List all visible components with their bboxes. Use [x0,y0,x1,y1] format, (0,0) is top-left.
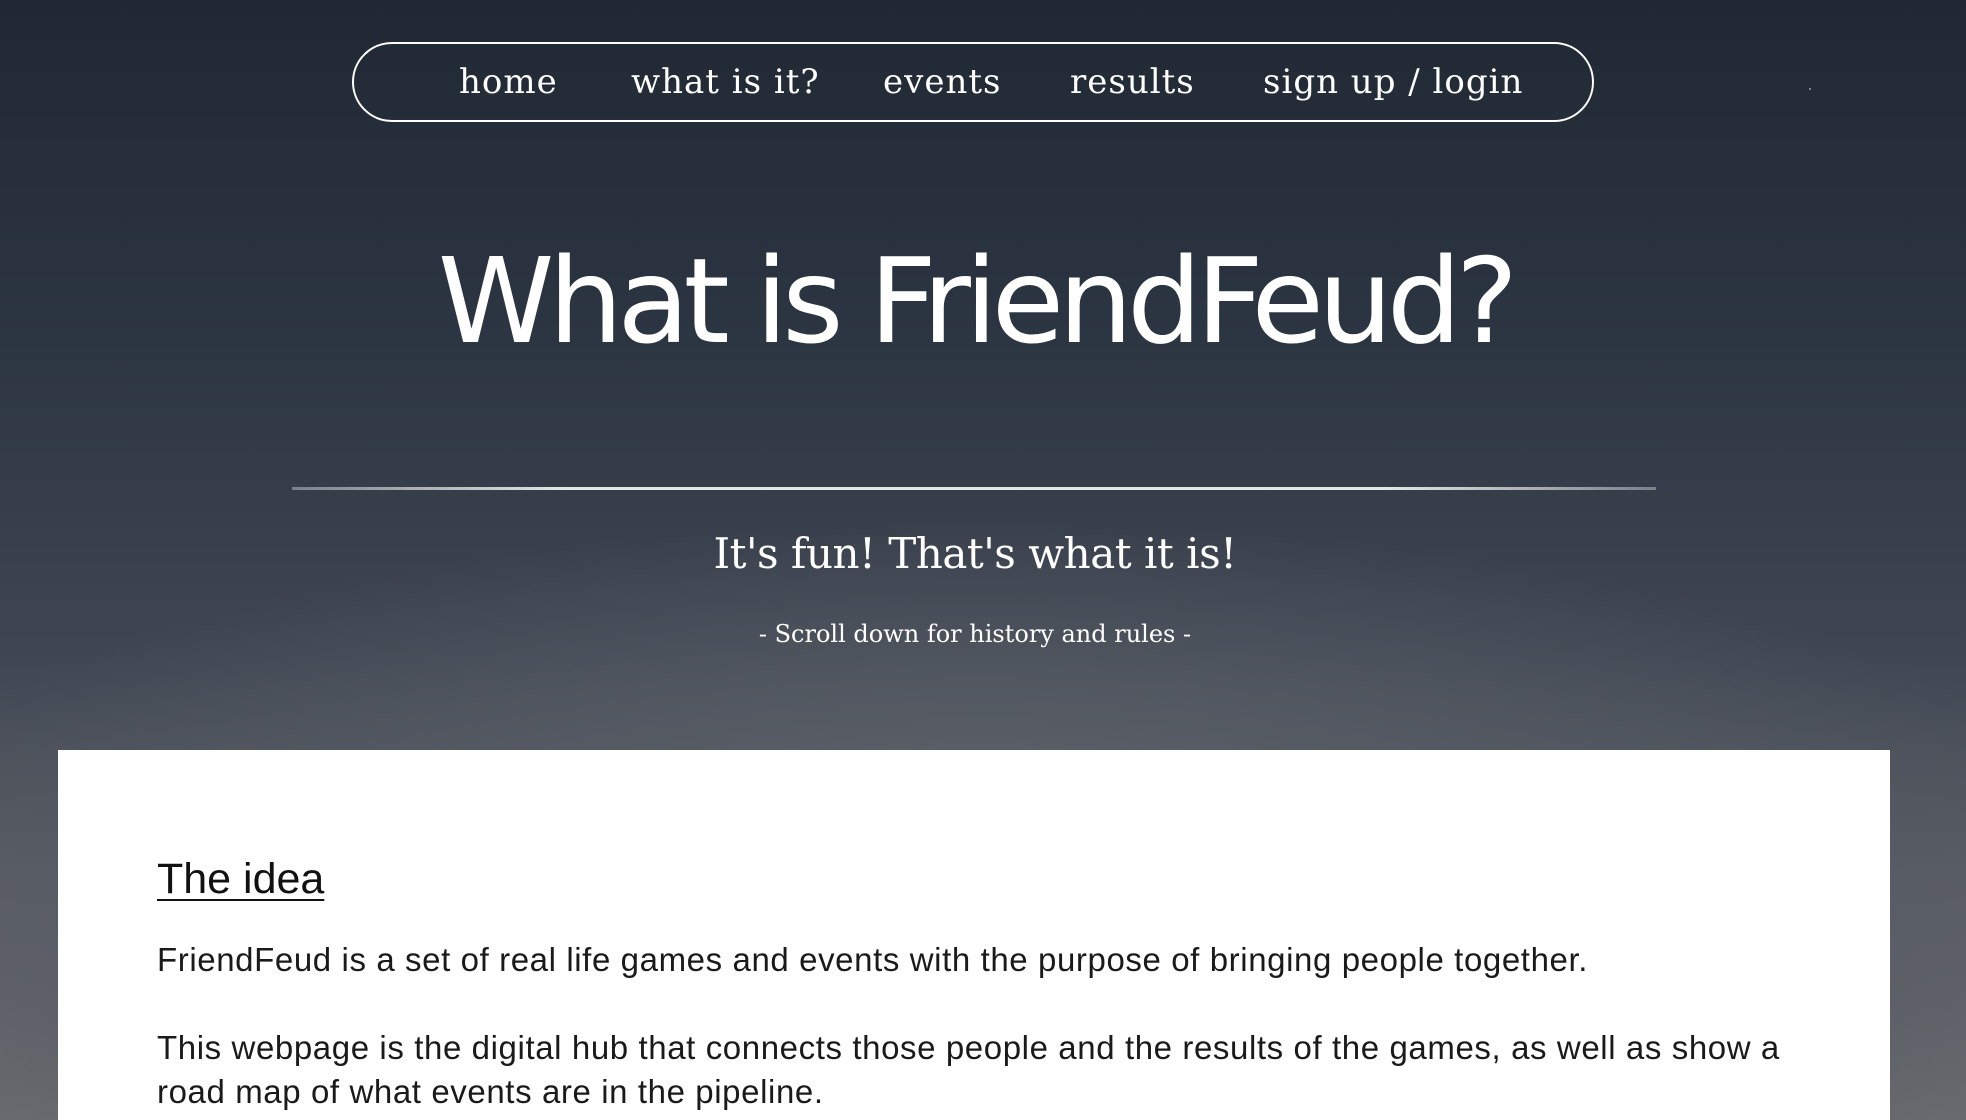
content-panel: The idea FriendFeud is a set of real lif… [58,750,1890,1120]
nav-link-home[interactable]: home [459,62,558,102]
nav-link-results[interactable]: results [1070,62,1195,102]
hero-divider [292,487,1656,490]
nav-link-what-is-it[interactable]: what is it? [631,62,820,102]
decorative-dot [1809,88,1811,90]
paragraph-intro: FriendFeud is a set of real life games a… [157,941,1589,978]
main-navigation: home what is it? events results sign up … [352,42,1594,122]
nav-link-events[interactable]: events [883,62,1001,102]
nav-link-sign-up-login[interactable]: sign up / login [1263,62,1523,102]
hero-tagline: It's fun! That's what it is! [713,529,1237,578]
scroll-hint: - Scroll down for history and rules - [758,620,1192,648]
section-heading-the-idea: The idea [157,855,325,903]
paragraph-webpage-purpose: This webpage is the digital hub that con… [157,1029,1780,1110]
page-title: What is FriendFeud? [437,232,1519,370]
